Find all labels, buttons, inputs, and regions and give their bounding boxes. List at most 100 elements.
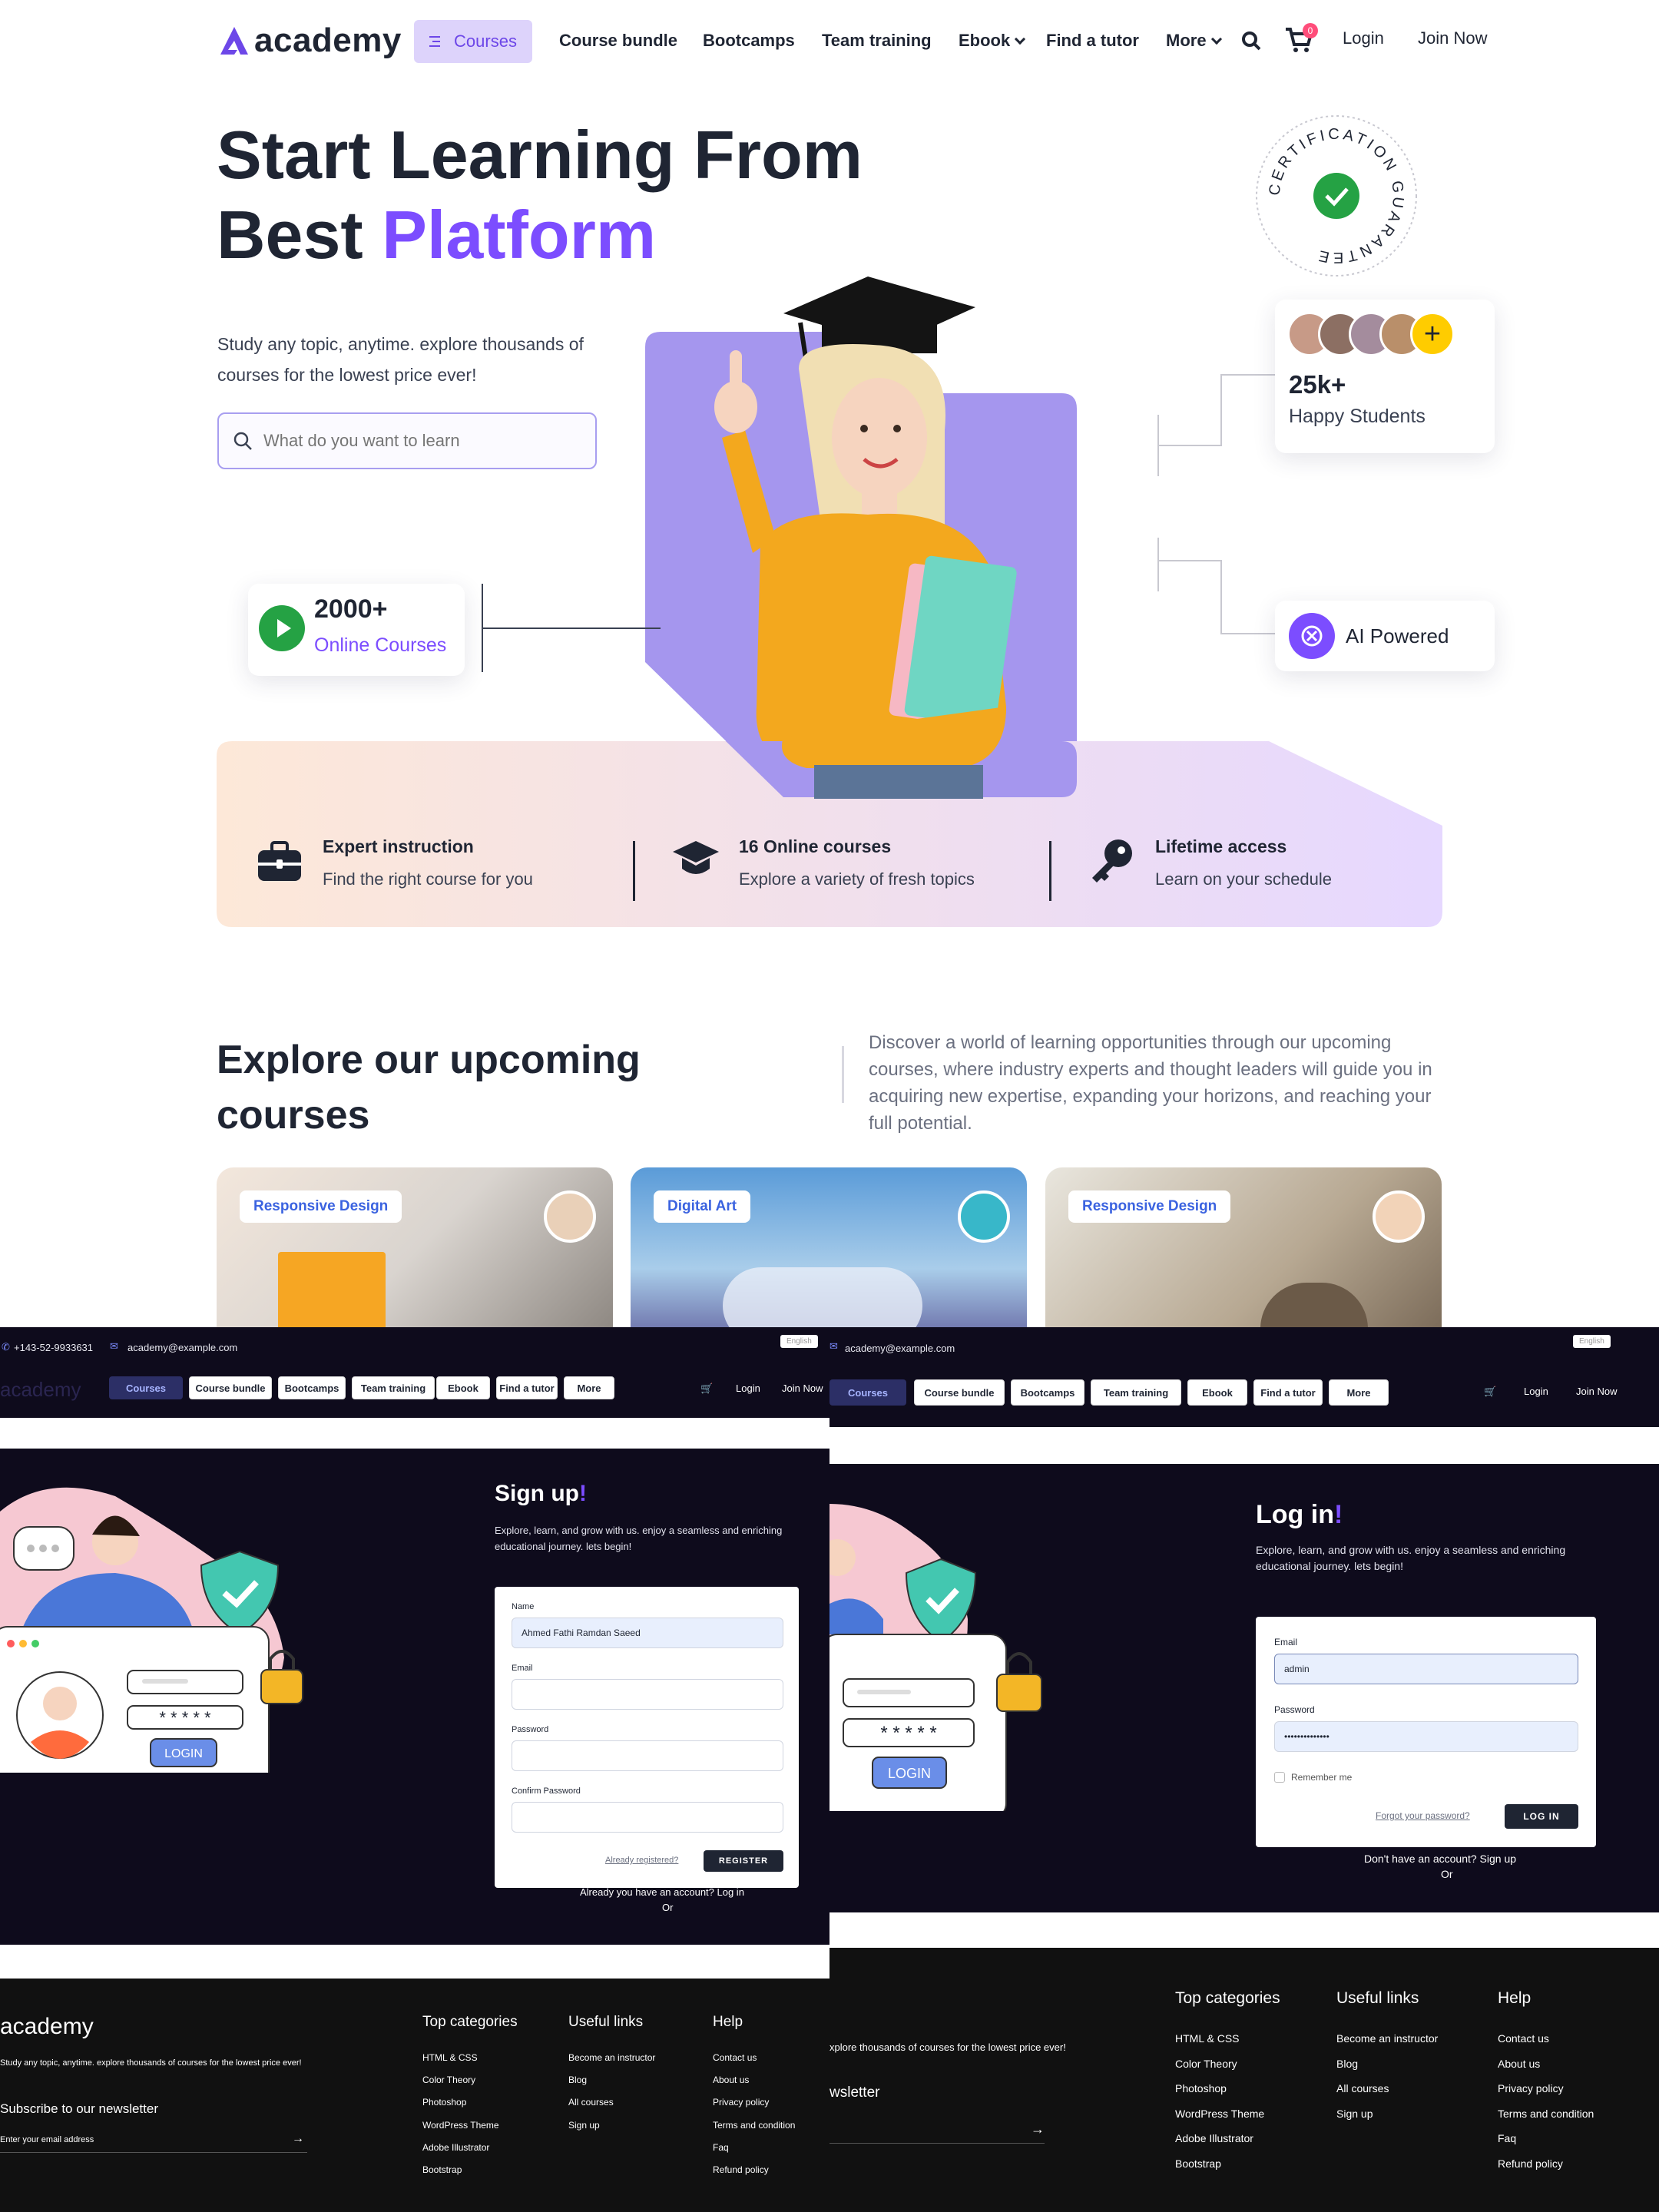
hero-search-input[interactable] bbox=[263, 431, 586, 451]
nav-bootcamps[interactable]: Bootcamps bbox=[278, 1376, 346, 1399]
language-select[interactable]: English bbox=[1573, 1335, 1611, 1348]
footer-link[interactable]: Color Theory bbox=[422, 2075, 475, 2085]
join-now-link[interactable]: Join Now bbox=[1418, 28, 1487, 48]
nav-course-bundle[interactable]: Course bundle bbox=[914, 1379, 1005, 1406]
nav-find-tutor[interactable]: Find a tutor bbox=[1046, 31, 1139, 51]
nav-bootcamps[interactable]: Bootcamps bbox=[1011, 1379, 1084, 1406]
remember-checkbox[interactable] bbox=[1274, 1772, 1285, 1783]
language-select[interactable]: English bbox=[780, 1335, 818, 1348]
nav-more[interactable]: More bbox=[1166, 31, 1222, 51]
no-account-link[interactable]: Don't have an account? Sign up bbox=[1364, 1853, 1516, 1865]
footer-link[interactable]: All courses bbox=[1336, 2082, 1389, 2094]
already-registered-link[interactable]: Already registered? bbox=[605, 1856, 678, 1865]
footer-link[interactable]: Refund policy bbox=[713, 2164, 769, 2175]
footer-link[interactable]: WordPress Theme bbox=[1175, 2108, 1264, 2120]
footer-link[interactable]: HTML & CSS bbox=[422, 2052, 478, 2063]
nav-ebook[interactable]: Ebook bbox=[436, 1376, 490, 1399]
footer-link[interactable]: Blog bbox=[1336, 2058, 1358, 2070]
footer-link[interactable]: Adobe Illustrator bbox=[422, 2142, 489, 2153]
footer-link[interactable]: Faq bbox=[1498, 2132, 1516, 2144]
confirm-password-label: Confirm Password bbox=[512, 1786, 581, 1796]
footer-link[interactable]: Terms and condition bbox=[713, 2120, 795, 2131]
cart-icon[interactable]: 🛒 bbox=[700, 1382, 713, 1395]
footer-link[interactable]: Bootstrap bbox=[422, 2164, 462, 2175]
nav-more[interactable]: More bbox=[564, 1376, 614, 1399]
nav-bootcamps[interactable]: Bootcamps bbox=[703, 31, 795, 51]
login-link[interactable]: Login bbox=[1524, 1386, 1548, 1397]
confirm-password-field[interactable] bbox=[512, 1802, 783, 1833]
footer-link[interactable]: About us bbox=[1498, 2058, 1540, 2070]
nav-ebook[interactable]: Ebook bbox=[1187, 1379, 1247, 1406]
nav-courses-label: Courses bbox=[454, 31, 517, 51]
email-field[interactable] bbox=[512, 1679, 783, 1710]
course-card[interactable]: Responsive Design bbox=[217, 1167, 613, 1327]
nav-courses-button[interactable]: Courses bbox=[830, 1379, 906, 1406]
course-thumbnail bbox=[278, 1252, 386, 1327]
nav-ebook[interactable]: Ebook bbox=[959, 31, 1026, 51]
cart-button[interactable]: 0 bbox=[1284, 23, 1318, 57]
brand-logo[interactable]: academy bbox=[0, 1378, 81, 1402]
footer-link[interactable]: Terms and condition bbox=[1498, 2108, 1594, 2120]
course-thumbnail bbox=[1260, 1283, 1368, 1327]
login-link[interactable]: Login bbox=[1343, 28, 1384, 48]
illustration-login-text: LOGIN bbox=[164, 1747, 203, 1760]
footer-link[interactable]: Adobe Illustrator bbox=[1175, 2132, 1253, 2144]
nav-course-bundle[interactable]: Course bundle bbox=[189, 1376, 272, 1399]
password-field[interactable]: •••••••••••••• bbox=[1274, 1721, 1578, 1752]
online-courses-stat-card: 2000+ Online Courses bbox=[248, 584, 465, 676]
course-tag: Responsive Design bbox=[1068, 1190, 1231, 1223]
course-card[interactable]: Digital Art bbox=[631, 1167, 1027, 1327]
join-now-link[interactable]: Join Now bbox=[1576, 1386, 1617, 1397]
arrow-right-icon[interactable]: → bbox=[292, 2132, 304, 2146]
email-field[interactable]: admin bbox=[1274, 1654, 1578, 1684]
nav-team-training[interactable]: Team training bbox=[352, 1376, 435, 1399]
nav-find-tutor[interactable]: Find a tutor bbox=[496, 1376, 558, 1399]
nav-team-training[interactable]: Team training bbox=[1091, 1379, 1181, 1406]
nav-course-bundle[interactable]: Course bundle bbox=[559, 31, 677, 51]
footer-link[interactable]: About us bbox=[713, 2075, 749, 2085]
login-link[interactable]: Login bbox=[736, 1382, 760, 1394]
footer-link[interactable]: Privacy policy bbox=[1498, 2082, 1564, 2094]
password-field[interactable] bbox=[512, 1740, 783, 1771]
nav-more[interactable]: More bbox=[1329, 1379, 1389, 1406]
name-field[interactable]: Ahmed Fathi Ramdan Saeed bbox=[512, 1618, 783, 1648]
footer-link[interactable]: Refund policy bbox=[1498, 2157, 1563, 2170]
nav-courses-button[interactable]: Courses bbox=[414, 20, 532, 63]
footer-link[interactable]: Blog bbox=[568, 2075, 587, 2085]
password-label: Password bbox=[512, 1725, 549, 1734]
footer-link[interactable]: Become an instructor bbox=[1336, 2032, 1438, 2045]
newsletter-email-input[interactable]: Enter your email address bbox=[0, 2135, 94, 2144]
join-now-link[interactable]: Join Now bbox=[782, 1382, 823, 1394]
student-photo bbox=[714, 276, 1017, 799]
footer-link[interactable]: WordPress Theme bbox=[422, 2120, 499, 2131]
footer-link[interactable]: Contact us bbox=[1498, 2032, 1549, 2045]
nav-courses-button[interactable]: Courses bbox=[109, 1376, 183, 1399]
footer-link[interactable]: Sign up bbox=[568, 2120, 600, 2131]
footer-link[interactable]: Color Theory bbox=[1175, 2058, 1237, 2070]
footer-link[interactable]: Become an instructor bbox=[568, 2052, 655, 2063]
forgot-password-link[interactable]: Forgot your password? bbox=[1376, 1810, 1470, 1821]
footer-link[interactable]: All courses bbox=[568, 2097, 614, 2108]
footer-link[interactable]: Photoshop bbox=[1175, 2082, 1227, 2094]
arrow-right-icon[interactable]: → bbox=[1031, 2121, 1045, 2137]
login-button[interactable]: LOG IN bbox=[1505, 1804, 1578, 1829]
login-subtitle: Explore, learn, and grow with us. enjoy … bbox=[1256, 1544, 1566, 1572]
brand-logo[interactable]: academy bbox=[217, 22, 402, 60]
cart-icon[interactable]: 🛒 bbox=[1484, 1386, 1496, 1398]
footer-link[interactable]: Contact us bbox=[713, 2052, 757, 2063]
signup-subtitle: Explore, learn, and grow with us. enjoy … bbox=[495, 1525, 783, 1552]
footer-link[interactable]: Bootstrap bbox=[1175, 2157, 1221, 2170]
footer-link[interactable]: HTML & CSS bbox=[1175, 2032, 1240, 2045]
footer-link[interactable]: Photoshop bbox=[422, 2097, 466, 2108]
name-label: Name bbox=[512, 1602, 535, 1611]
nav-team-training[interactable]: Team training bbox=[822, 31, 932, 51]
register-button[interactable]: REGISTER bbox=[704, 1850, 783, 1872]
course-card[interactable]: Responsive Design bbox=[1045, 1167, 1442, 1327]
search-icon[interactable] bbox=[1241, 31, 1261, 51]
nav-find-tutor[interactable]: Find a tutor bbox=[1253, 1379, 1323, 1406]
footer-link[interactable]: Sign up bbox=[1336, 2108, 1373, 2120]
footer-link[interactable]: Privacy policy bbox=[713, 2097, 769, 2108]
hero-search-box[interactable] bbox=[217, 412, 597, 469]
have-account-link[interactable]: Already you have an account? Log in bbox=[580, 1886, 744, 1898]
footer-link[interactable]: Faq bbox=[713, 2142, 729, 2153]
